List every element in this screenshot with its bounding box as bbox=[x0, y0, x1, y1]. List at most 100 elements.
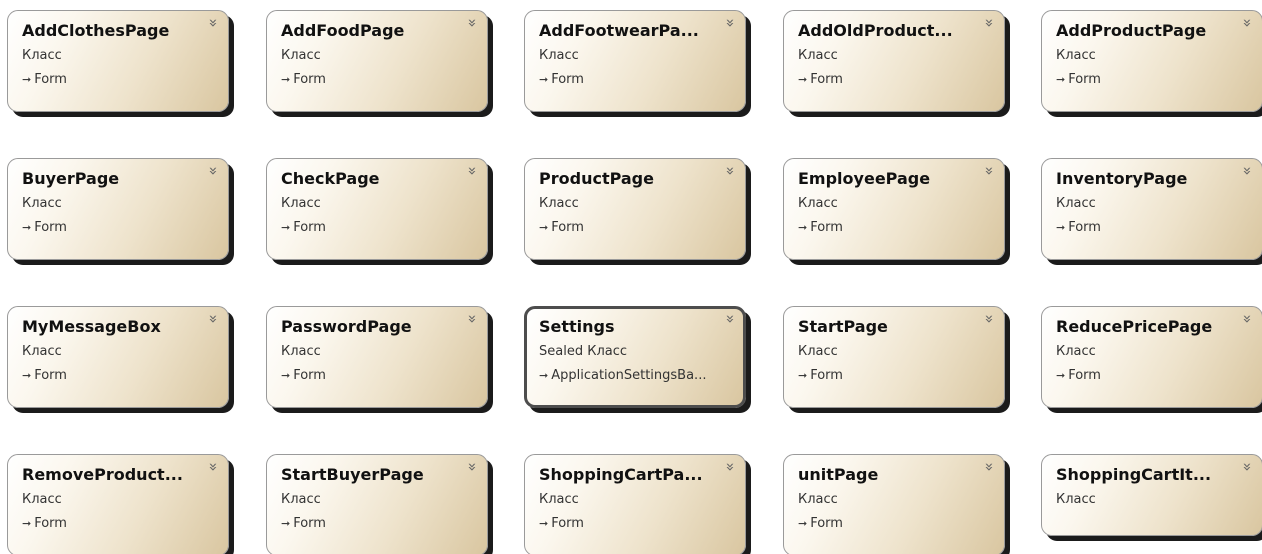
double-chevron-down-icon[interactable]: » bbox=[980, 462, 998, 471]
double-chevron-down-icon[interactable]: » bbox=[204, 18, 222, 27]
class-shape[interactable]: PasswordPage » Класс ➞ Form bbox=[266, 306, 488, 408]
base-class: ➞ Form bbox=[798, 72, 994, 88]
class-shape[interactable]: AddOldProduct... » Класс ➞ Form bbox=[783, 10, 1005, 112]
double-chevron-down-icon[interactable]: » bbox=[463, 462, 481, 471]
class-kind: Класс bbox=[539, 48, 579, 63]
class-shape[interactable]: BuyerPage » Класс ➞ Form bbox=[7, 158, 229, 260]
class-kind: Класс bbox=[539, 196, 579, 211]
class-shape[interactable]: ShoppingCartPa... » Класс ➞ Form bbox=[524, 454, 746, 554]
base-class: ➞ Form bbox=[281, 220, 477, 236]
double-chevron-down-icon[interactable]: » bbox=[980, 18, 998, 27]
double-chevron-down-icon[interactable]: » bbox=[980, 314, 998, 323]
class-shape[interactable]: ReducePricePage » Класс ➞ Form bbox=[1041, 306, 1262, 408]
base-class: ➞ Form bbox=[1056, 368, 1252, 384]
class-name: RemoveProduct... bbox=[22, 465, 183, 484]
base-class-name: Form bbox=[551, 516, 584, 531]
class-shape[interactable]: EmployeePage » Класс ➞ Form bbox=[783, 158, 1005, 260]
double-chevron-down-icon[interactable]: » bbox=[463, 166, 481, 175]
class-shape[interactable]: RemoveProduct... » Класс ➞ Form bbox=[7, 454, 229, 554]
class-name: BuyerPage bbox=[22, 169, 120, 188]
base-class-name: Form bbox=[34, 368, 67, 383]
double-chevron-down-icon[interactable]: » bbox=[721, 314, 739, 323]
double-chevron-down-icon[interactable]: » bbox=[721, 462, 739, 471]
base-class: ➞ Form bbox=[539, 72, 735, 88]
inheritance-arrow-icon: ➞ bbox=[22, 221, 32, 234]
class-kind: Класс bbox=[22, 344, 62, 359]
class-kind: Класс bbox=[1056, 48, 1096, 63]
base-class: ➞ Form bbox=[539, 220, 735, 236]
inheritance-arrow-icon: ➞ bbox=[22, 517, 32, 530]
class-kind: Класс bbox=[798, 196, 838, 211]
double-chevron-down-icon[interactable]: » bbox=[1238, 166, 1256, 175]
class-shape[interactable]: AddFoodPage » Класс ➞ Form bbox=[266, 10, 488, 112]
base-class-name: Form bbox=[551, 220, 584, 235]
class-name: AddFoodPage bbox=[281, 21, 405, 40]
class-name: AddProductPage bbox=[1056, 21, 1207, 40]
double-chevron-down-icon[interactable]: » bbox=[980, 166, 998, 175]
double-chevron-down-icon[interactable]: » bbox=[1238, 462, 1256, 471]
class-shape[interactable]: ShoppingCartIt... » Класс bbox=[1041, 454, 1262, 536]
class-name: ReducePricePage bbox=[1056, 317, 1213, 336]
base-class: ➞ Form bbox=[798, 368, 994, 384]
base-class-name: Form bbox=[810, 368, 843, 383]
class-name: ShoppingCartIt... bbox=[1056, 465, 1212, 484]
inheritance-arrow-icon: ➞ bbox=[281, 517, 291, 530]
double-chevron-down-icon[interactable]: » bbox=[1238, 18, 1256, 27]
base-class-name: ApplicationSettingsBa... bbox=[551, 368, 707, 383]
class-shape[interactable]: AddFootwearPa... » Класс ➞ Form bbox=[524, 10, 746, 112]
double-chevron-down-icon[interactable]: » bbox=[204, 314, 222, 323]
class-name: AddClothesPage bbox=[22, 21, 170, 40]
class-shape[interactable]: AddProductPage » Класс ➞ Form bbox=[1041, 10, 1262, 112]
base-class: ➞ Form bbox=[22, 516, 218, 532]
base-class-name: Form bbox=[293, 516, 326, 531]
class-diagram-canvas[interactable]: AddClothesPage» Класс ➞ Form AddFoodPage» Кла… bbox=[0, 0, 1262, 554]
inheritance-arrow-icon: ➞ bbox=[22, 369, 32, 382]
base-class-name: Form bbox=[34, 516, 67, 531]
base-class-name: Form bbox=[810, 516, 843, 531]
base-class: ➞ Form bbox=[798, 516, 994, 532]
inheritance-arrow-icon: ➞ bbox=[22, 73, 32, 86]
base-class-name: Form bbox=[1068, 220, 1101, 235]
class-name: InventoryPage bbox=[1056, 169, 1188, 188]
class-kind: Класс bbox=[798, 492, 838, 507]
class-shape[interactable]: AddClothesPage » Класс ➞ Form bbox=[7, 10, 229, 112]
inheritance-arrow-icon: ➞ bbox=[281, 73, 291, 86]
base-class-name: Form bbox=[293, 368, 326, 383]
class-name: AddFootwearPa... bbox=[539, 21, 699, 40]
class-name: ShoppingCartPa... bbox=[539, 465, 703, 484]
double-chevron-down-icon[interactable]: » bbox=[1238, 314, 1256, 323]
base-class-name: Form bbox=[293, 72, 326, 87]
class-kind: Sealed Класс bbox=[539, 344, 628, 359]
class-shape[interactable]: MyMessageBox » Класс ➞ Form bbox=[7, 306, 229, 408]
class-shape[interactable]: CheckPage » Класс ➞ Form bbox=[266, 158, 488, 260]
class-shape[interactable]: StartBuyerPage » Класс ➞ Form bbox=[266, 454, 488, 554]
class-shape[interactable]: StartPage » Класс ➞ Form bbox=[783, 306, 1005, 408]
class-kind: Класс bbox=[281, 492, 321, 507]
double-chevron-down-icon[interactable]: » bbox=[463, 314, 481, 323]
inheritance-arrow-icon: ➞ bbox=[798, 517, 808, 530]
class-shape[interactable]: InventoryPage » Класс ➞ Form bbox=[1041, 158, 1262, 260]
class-shape[interactable]: unitPage » Класс ➞ Form bbox=[783, 454, 1005, 554]
class-name: StartBuyerPage bbox=[281, 465, 424, 484]
double-chevron-down-icon[interactable]: » bbox=[463, 18, 481, 27]
double-chevron-down-icon[interactable]: » bbox=[721, 18, 739, 27]
class-shape[interactable]: Settings » Sealed Класс ➞ ApplicationSetting… bbox=[524, 306, 746, 408]
class-kind: Класс bbox=[1056, 196, 1096, 211]
class-name: PasswordPage bbox=[281, 317, 412, 336]
base-class-name: Form bbox=[34, 220, 67, 235]
inheritance-arrow-icon: ➞ bbox=[1056, 73, 1066, 86]
inheritance-arrow-icon: ➞ bbox=[798, 369, 808, 382]
inheritance-arrow-icon: ➞ bbox=[1056, 221, 1066, 234]
base-class-name: Form bbox=[1068, 72, 1101, 87]
class-kind: Класс bbox=[22, 48, 62, 63]
inheritance-arrow-icon: ➞ bbox=[281, 221, 291, 234]
base-class: ➞ Form bbox=[798, 220, 994, 236]
class-name: unitPage bbox=[798, 465, 879, 484]
class-kind: Класс bbox=[798, 48, 838, 63]
double-chevron-down-icon[interactable]: » bbox=[721, 166, 739, 175]
inheritance-arrow-icon: ➞ bbox=[798, 221, 808, 234]
double-chevron-down-icon[interactable]: » bbox=[204, 462, 222, 471]
inheritance-arrow-icon: ➞ bbox=[1056, 369, 1066, 382]
class-shape[interactable]: ProductPage » Класс ➞ Form bbox=[524, 158, 746, 260]
double-chevron-down-icon[interactable]: » bbox=[204, 166, 222, 175]
